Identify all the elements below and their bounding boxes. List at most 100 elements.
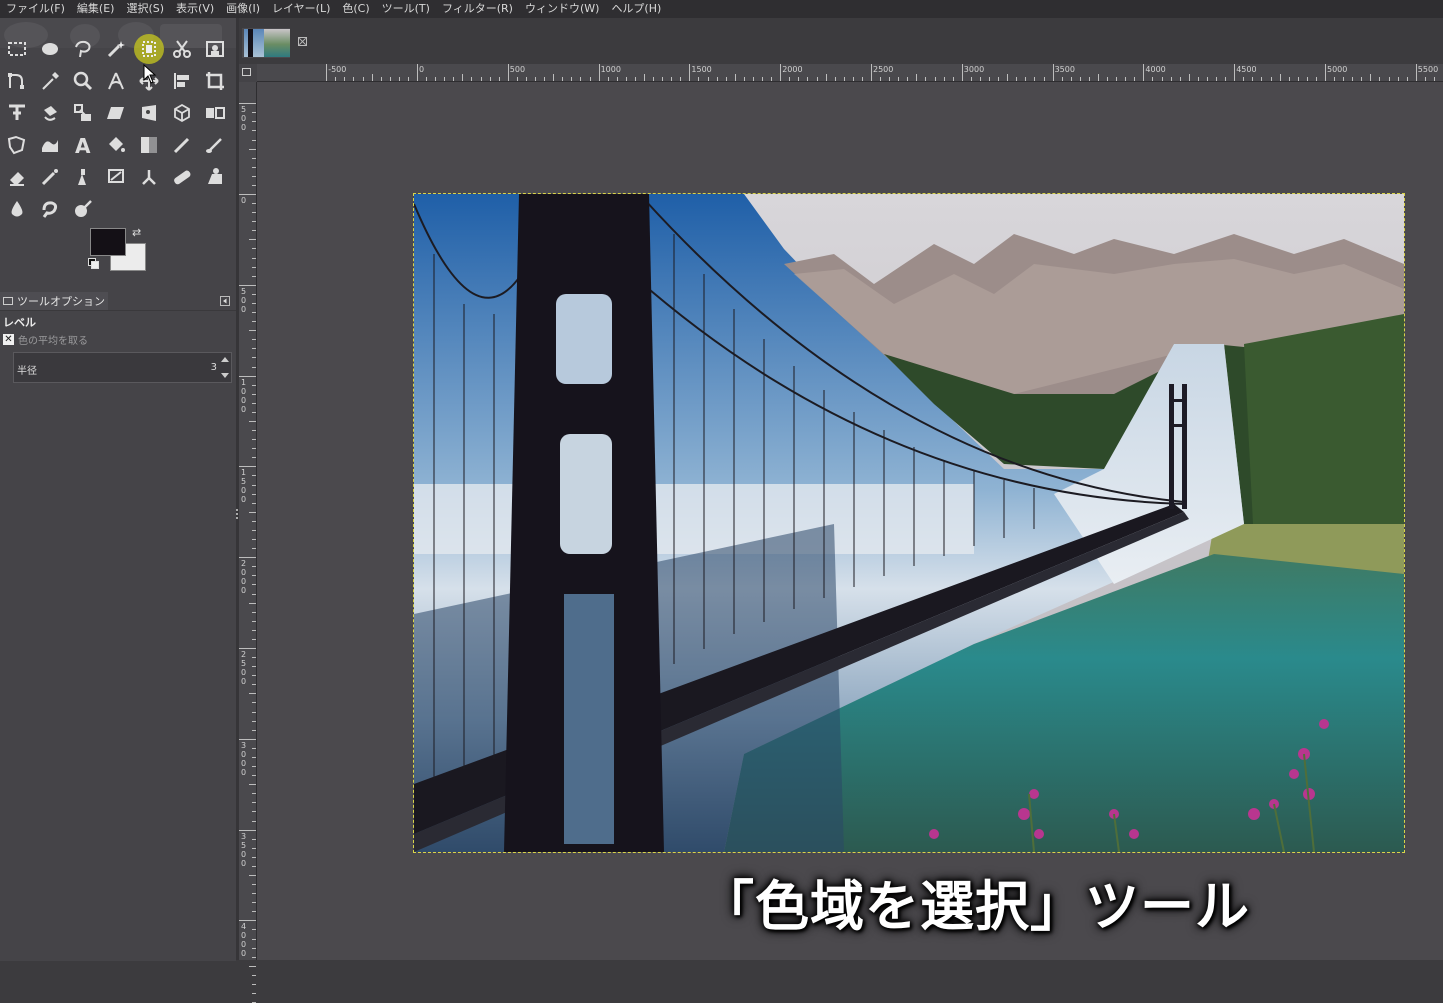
foreground-select-icon [205,41,224,57]
spin-up-icon[interactable] [221,357,229,362]
ruler-minor-tick [252,221,256,223]
tool-button[interactable] [33,33,66,65]
tool-button[interactable] [33,129,66,161]
tool-button[interactable] [0,65,33,97]
menu-item[interactable]: ツール(T) [376,0,436,18]
image-tabs-bar [239,18,1443,64]
tool-button[interactable] [165,129,198,161]
tool-button[interactable] [132,161,165,193]
spin-down-icon[interactable] [221,373,229,378]
tool-button[interactable] [99,65,132,97]
tool-button[interactable] [66,97,99,129]
tool-button[interactable] [165,33,198,65]
ruler-minor-tick [252,539,256,541]
smudge-icon [42,201,57,218]
ruler-label: 2500 [241,650,247,686]
ruler-minor-tick [752,77,754,81]
radius-spinner[interactable]: 半径 3 [13,352,232,383]
menu-item[interactable]: 表示(V) [170,0,220,18]
tool-button[interactable] [66,33,99,65]
tool-button[interactable] [66,65,99,97]
ruler-minor-tick [249,602,256,604]
tool-button[interactable] [66,193,99,225]
ruler-label: 500 [241,105,247,133]
perspective-icon [141,105,156,121]
menu-item[interactable]: ファイル(F) [0,0,71,18]
tab-tool-options[interactable]: ツールオプション [0,292,108,310]
ruler-minor-tick [444,77,446,81]
close-tab-icon[interactable] [298,37,307,46]
tool-button[interactable] [33,161,66,193]
tool-button[interactable] [33,97,66,129]
image-tab[interactable] [242,28,290,58]
menu-item[interactable]: フィルター(R) [436,0,519,18]
fuzzy-select-icon [107,41,125,58]
ruler-minor-tick [998,77,1000,81]
tool-button[interactable] [33,193,66,225]
ruler-minor-tick [252,983,256,985]
ruler-minor-tick [249,784,256,786]
ruler-label: -500 [328,65,347,74]
tool-button[interactable] [198,129,231,161]
ruler-minor-tick [252,502,256,504]
ruler-minor-tick [707,77,709,81]
tool-button[interactable] [33,65,66,97]
menu-item[interactable]: レイヤー(L) [266,0,336,18]
average-color-checkbox[interactable]: ✕ [3,334,14,345]
quick-mask-toggle[interactable] [239,64,257,82]
tool-button[interactable] [198,97,231,129]
tool-button[interactable] [165,97,198,129]
ruler-minor-tick [571,77,573,81]
tool-button[interactable] [0,193,33,225]
tool-button[interactable] [0,129,33,161]
foreground-color-swatch[interactable] [90,228,126,256]
average-color-option[interactable]: ✕ 色の平均を取る [3,332,88,347]
tool-button[interactable] [198,161,231,193]
ruler-minor-tick [249,693,256,695]
image-canvas[interactable] [414,194,1404,852]
tool-button[interactable] [132,129,165,161]
ruler-minor-tick [252,184,256,186]
ruler-minor-tick [607,77,609,81]
tool-button[interactable] [132,33,165,65]
menu-item[interactable]: 色(C) [336,0,375,18]
tool-button[interactable] [198,65,231,97]
tool-button[interactable] [99,161,132,193]
heal-icon [173,170,190,185]
menu-item[interactable]: ヘルプ(H) [605,0,667,18]
tool-button[interactable] [132,97,165,129]
paths-icon [7,73,24,89]
ruler-minor-tick [535,77,537,81]
ruler-minor-tick [249,421,256,422]
menu-item[interactable]: 編集(E) [71,0,121,18]
ruler-minor-tick [252,130,256,132]
tool-button[interactable] [66,161,99,193]
ruler-label: 5500 [1417,65,1439,74]
ruler-minor-tick [252,666,256,668]
ruler-minor-tick [252,766,256,768]
radius-value[interactable]: 3 [211,362,217,373]
ruler-minor-tick [471,77,473,81]
menu-item[interactable]: ウィンドウ(W) [519,0,605,18]
tool-button[interactable] [165,65,198,97]
tool-button[interactable] [99,97,132,129]
panel-menu-icon[interactable] [220,296,230,306]
ruler-minor-tick [716,77,718,81]
reset-colors-icon[interactable] [88,258,99,269]
swap-colors-icon[interactable]: ⇄ [132,226,141,239]
tool-button[interactable] [165,161,198,193]
tool-button[interactable] [0,161,33,193]
menu-item[interactable]: 選択(S) [120,0,170,18]
vertical-ruler[interactable]: 500 0 500 1000 1500 2000 2500 3000 3500 4000 [239,82,257,1003]
tool-button[interactable] [99,33,132,65]
tool-button[interactable]: A [66,129,99,161]
menu-item[interactable]: 画像(I) [220,0,266,18]
tool-button[interactable] [0,97,33,129]
ruler-tick [1415,64,1417,81]
tool-button[interactable] [0,33,33,65]
tool-button[interactable] [99,129,132,161]
horizontal-ruler[interactable]: -500 0 500 1000 1500 2000 2500 3000 3500 4000 4500… [257,64,1443,82]
ruler-label: 500 [241,286,247,314]
measure-icon [107,72,124,90]
tool-button[interactable] [198,33,231,65]
